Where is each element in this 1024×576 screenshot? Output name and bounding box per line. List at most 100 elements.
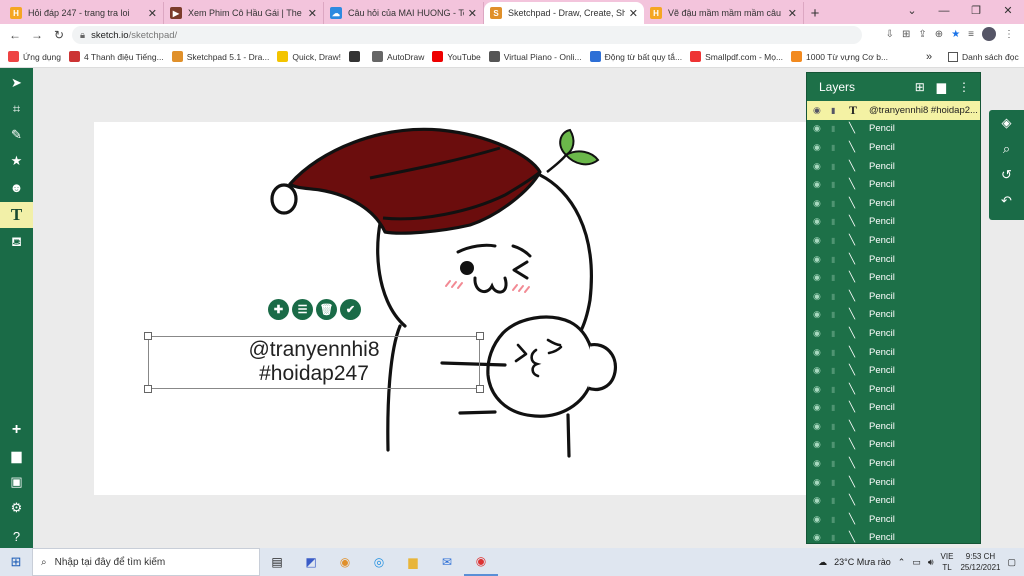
lock-icon[interactable]: ▮ xyxy=(831,273,843,282)
layer-row[interactable]: ◉ ▮ ╲ Pencil xyxy=(807,213,980,232)
reload-button[interactable]: ↻ xyxy=(48,28,70,42)
confirm-button[interactable]: ✔ xyxy=(340,299,361,320)
clock[interactable]: 9:53 CH 25/12/2021 xyxy=(960,551,1000,573)
volume-icon[interactable]: 🔊︎ xyxy=(928,557,934,568)
bookmark-item[interactable]: AutoDraw xyxy=(372,51,424,62)
visibility-eye-icon[interactable]: ◉ xyxy=(813,365,825,376)
bookmark-item[interactable]: Quick, Draw! xyxy=(277,51,341,62)
new-file-icon[interactable]: + xyxy=(0,417,33,443)
lock-icon[interactable]: ▮ xyxy=(831,440,843,449)
reading-list-icon[interactable]: ≡ xyxy=(968,29,974,40)
layer-row[interactable]: ◉ ▮ ╲ Pencil xyxy=(807,361,980,380)
lock-icon[interactable]: ▮ xyxy=(831,124,843,133)
bookmark-item[interactable]: YouTube xyxy=(432,51,481,62)
layer-row[interactable]: ◉ ▮ ╲ Pencil xyxy=(807,491,980,510)
file-explorer-icon[interactable]: ▆ xyxy=(396,548,430,576)
visibility-eye-icon[interactable]: ◉ xyxy=(813,291,825,302)
layer-row[interactable]: ◉ ▮ ╲ Pencil xyxy=(807,380,980,399)
network-icon[interactable]: ▭ xyxy=(912,557,921,568)
layer-menu-icon[interactable]: ⋮ xyxy=(958,80,970,94)
layer-row[interactable]: ◉ ▮ ╲ Pencil xyxy=(807,436,980,455)
lock-icon[interactable]: ▮ xyxy=(831,459,843,468)
bookmark-item[interactable] xyxy=(349,51,364,62)
bookmark-item[interactable]: 4 Thanh điệu Tiếng... xyxy=(68,51,164,62)
chrome-icon[interactable]: ◉ xyxy=(464,548,498,576)
layer-row[interactable]: ◉ ▮ ╲ Pencil xyxy=(807,306,980,325)
layer-row[interactable]: ◉ ▮ ╲ Pencil xyxy=(807,231,980,250)
lock-icon[interactable]: ▮ xyxy=(831,422,843,431)
reading-list-link[interactable]: Danh sách đọc xyxy=(948,51,1019,62)
browser-tab[interactable]: ☁ Câu hỏi của MAI HUONG - Toán ✕ xyxy=(324,2,484,24)
bookmarks-more-button[interactable]: » xyxy=(926,51,932,63)
canvas-text[interactable]: @tranyennhi8 #hoidap247 xyxy=(148,338,480,386)
resize-handle-bottom-left[interactable] xyxy=(144,385,152,393)
pencil-tool-icon[interactable]: ✎ xyxy=(0,122,33,148)
language-indicator[interactable]: VIE TL xyxy=(941,551,954,573)
add-layer-icon[interactable]: ⊞ xyxy=(915,80,925,94)
open-folder-icon[interactable]: ▆ xyxy=(0,443,33,469)
lock-icon[interactable]: ▮ xyxy=(831,292,843,301)
layer-row[interactable]: ◉ ▮ T @tranyennhi8 #hoidap2... xyxy=(807,101,980,120)
visibility-eye-icon[interactable]: ◉ xyxy=(813,347,825,358)
tray-chevron-icon[interactable]: ⌃ xyxy=(898,557,906,568)
lock-icon[interactable]: ▮ xyxy=(831,255,843,264)
visibility-eye-icon[interactable]: ◉ xyxy=(813,458,825,469)
visibility-eye-icon[interactable]: ◉ xyxy=(813,161,825,172)
visibility-eye-icon[interactable]: ◉ xyxy=(813,477,825,488)
layer-row[interactable]: ◉ ▮ ╲ Pencil xyxy=(807,324,980,343)
lock-icon[interactable]: ▮ xyxy=(831,310,843,319)
visibility-eye-icon[interactable]: ◉ xyxy=(813,272,825,283)
layers-toggle-icon[interactable]: ◈ xyxy=(989,110,1024,136)
back-button[interactable]: ← xyxy=(4,28,26,42)
visibility-eye-icon[interactable]: ◉ xyxy=(813,105,825,116)
browser-tab[interactable]: ▶ Xem Phim Cô Hầu Gái | The Hand ✕ xyxy=(164,2,324,24)
help-icon[interactable]: ? xyxy=(0,523,33,549)
visibility-eye-icon[interactable]: ◉ xyxy=(813,402,825,413)
settings-icon[interactable]: ⚙ xyxy=(0,495,33,521)
tab-close-icon[interactable]: ✕ xyxy=(788,7,797,20)
translate-icon[interactable]: ⊞ xyxy=(902,29,910,40)
lock-icon[interactable]: ▮ xyxy=(831,329,843,338)
new-tab-button[interactable]: + xyxy=(804,2,826,24)
lock-icon[interactable]: ▮ xyxy=(831,533,843,542)
visibility-eye-icon[interactable]: ◉ xyxy=(813,439,825,450)
visibility-eye-icon[interactable]: ◉ xyxy=(813,421,825,432)
tab-close-icon[interactable]: ✕ xyxy=(468,7,477,20)
emoji-tool-icon[interactable]: ☻ xyxy=(0,174,33,200)
bookmark-item[interactable]: 1000 Từ vựng Cơ b... xyxy=(791,51,888,62)
layer-row[interactable]: ◉ ▮ ╲ Pencil xyxy=(807,343,980,362)
lock-icon[interactable]: ▮ xyxy=(831,366,843,375)
visibility-eye-icon[interactable]: ◉ xyxy=(813,309,825,320)
layer-folder-icon[interactable]: ▆ xyxy=(937,80,946,94)
edge-browser-icon[interactable]: ◎ xyxy=(362,548,396,576)
delete-button[interactable]: 🗑︎ xyxy=(316,299,337,320)
tab-close-icon[interactable]: ✕ xyxy=(629,7,638,20)
layer-row[interactable]: ◉ ▮ ╲ Pencil xyxy=(807,250,980,269)
crop-tool-icon[interactable]: ⌗ xyxy=(0,96,33,122)
visibility-eye-icon[interactable]: ◉ xyxy=(813,142,825,153)
lock-icon[interactable]: ▮ xyxy=(831,348,843,357)
layer-row[interactable]: ◉ ▮ ╲ Pencil xyxy=(807,175,980,194)
visibility-eye-icon[interactable]: ◉ xyxy=(813,328,825,339)
profile-avatar[interactable] xyxy=(982,27,996,41)
visibility-eye-icon[interactable]: ◉ xyxy=(813,216,825,227)
layer-row[interactable]: ◉ ▮ ╲ Pencil xyxy=(807,194,980,213)
layer-row[interactable]: ◉ ▮ ╲ Pencil xyxy=(807,529,980,543)
layer-row[interactable]: ◉ ▮ ╲ Pencil xyxy=(807,454,980,473)
layer-row[interactable]: ◉ ▮ ╲ Pencil xyxy=(807,138,980,157)
tab-close-icon[interactable]: ✕ xyxy=(308,7,317,20)
visibility-eye-icon[interactable]: ◉ xyxy=(813,532,825,543)
visibility-eye-icon[interactable]: ◉ xyxy=(813,384,825,395)
bookmark-item[interactable]: Smallpdf.com - Mọ... xyxy=(690,51,783,62)
layer-row[interactable]: ◉ ▮ ╲ Pencil xyxy=(807,510,980,529)
stamp-tool-icon[interactable]: ★ xyxy=(0,148,33,174)
lock-icon[interactable]: ▮ xyxy=(831,385,843,394)
minimize-button[interactable]: — xyxy=(928,0,960,22)
bookmark-item[interactable]: Ứng dụng xyxy=(8,51,61,62)
lock-icon[interactable]: ▮ xyxy=(831,180,843,189)
layer-row[interactable]: ◉ ▮ ╲ Pencil xyxy=(807,268,980,287)
close-window-button[interactable]: ✕ xyxy=(992,0,1024,22)
add-button[interactable]: ✚ xyxy=(268,299,289,320)
tab-search-icon[interactable]: ⌄ xyxy=(896,0,928,22)
bookmark-item[interactable]: Virtual Piano - Onli... xyxy=(488,51,582,62)
